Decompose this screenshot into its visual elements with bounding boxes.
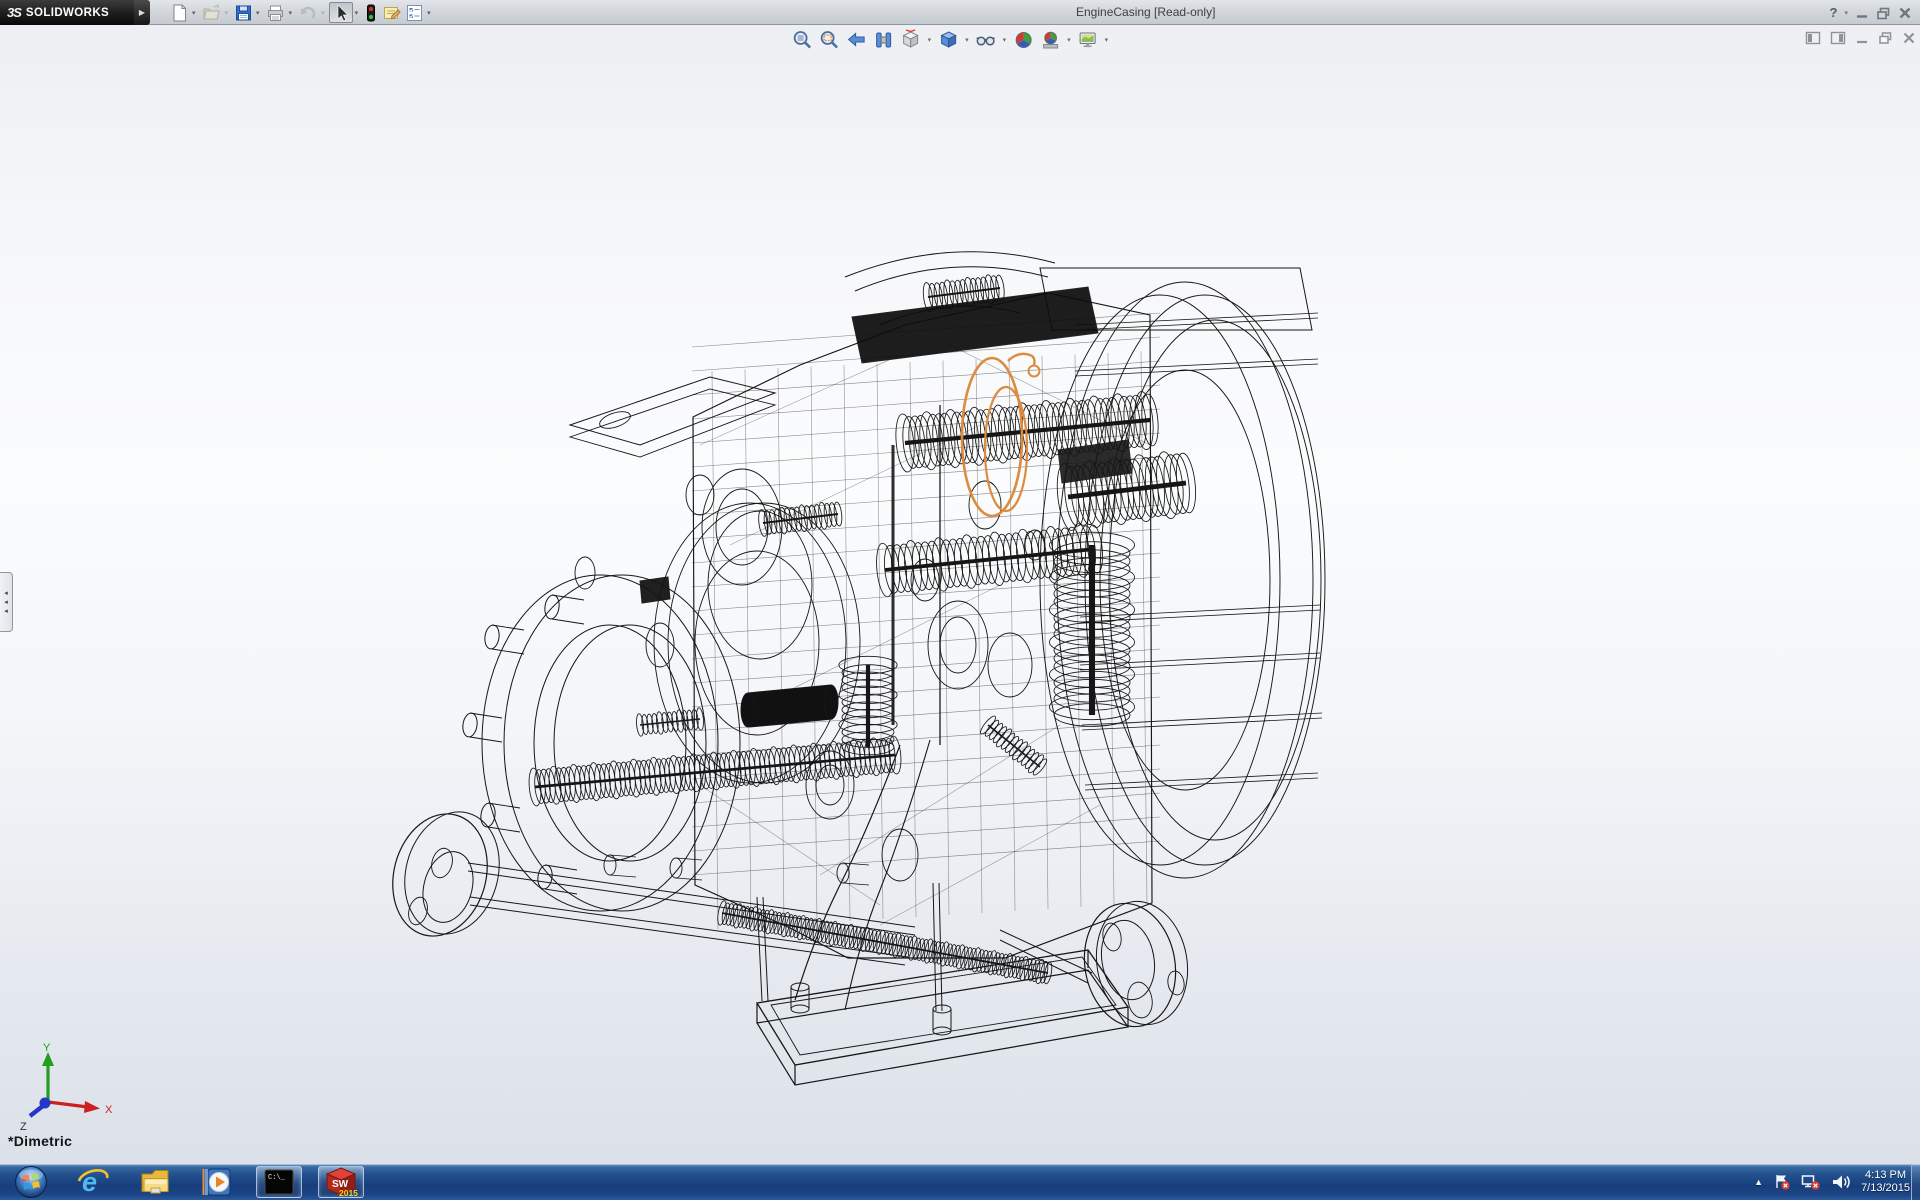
restore-document-icon[interactable]: [1878, 31, 1893, 45]
hide-show-items-caret[interactable]: ▾: [1001, 36, 1009, 44]
heads-up-view-toolbar: ▾ ▾ ▾ ▾ ▾: [791, 28, 1111, 52]
windows-taskbar: e C:\_: [0, 1164, 1920, 1200]
section-view-icon[interactable]: [872, 28, 896, 52]
print-icon[interactable]: [264, 2, 287, 23]
media-player-icon: [201, 1166, 233, 1198]
solidworks-2015-icon: SW 2015: [324, 1166, 358, 1198]
command-prompt-icon: C:\_: [264, 1169, 294, 1195]
taskbar-media-player[interactable]: [194, 1166, 240, 1198]
apply-scene-icon[interactable]: [1038, 28, 1062, 52]
undo-caret: ▾: [319, 9, 329, 17]
new-document-caret[interactable]: ▾: [190, 9, 200, 17]
restore-window-icon[interactable]: [1876, 6, 1891, 20]
clock-time: 4:13 PM: [1861, 1169, 1910, 1182]
select-cursor-caret[interactable]: ▾: [353, 9, 363, 17]
close-document-icon[interactable]: [1902, 31, 1916, 45]
open-document-icon[interactable]: [200, 2, 223, 23]
app-name: SOLIDWORKS: [26, 7, 109, 19]
collapse-right-pane-icon[interactable]: [1830, 31, 1846, 45]
folder-icon: [139, 1166, 171, 1198]
zoom-to-fit-icon[interactable]: [791, 28, 815, 52]
collapse-left-pane-icon[interactable]: [1805, 31, 1821, 45]
document-window-controls: [1805, 31, 1916, 45]
taskbar-windows-explorer[interactable]: [132, 1166, 178, 1198]
view-settings-icon[interactable]: [1076, 28, 1100, 52]
save-caret[interactable]: ▾: [254, 9, 264, 17]
window-title: EngineCasing [Read-only]: [1076, 0, 1215, 25]
taskbar-solidworks-2015[interactable]: SW 2015: [318, 1166, 364, 1198]
network-disconnected-icon[interactable]: [1801, 1173, 1821, 1191]
previous-view-icon[interactable]: [845, 28, 869, 52]
select-cursor-icon[interactable]: [329, 2, 353, 23]
options-checklist-icon[interactable]: [403, 2, 425, 23]
model-wireframe-enginecasing[interactable]: [0, 25, 1920, 1164]
collapse-arrow-icon: ◂: [4, 609, 8, 614]
taskbar-clock[interactable]: 4:13 PM 7/13/2015: [1861, 1169, 1910, 1195]
minimize-document-icon[interactable]: [1855, 31, 1869, 45]
rebuild-traffic-light-icon[interactable]: [362, 2, 380, 23]
hide-show-items-icon[interactable]: [974, 28, 998, 52]
triad-z-label: Z: [20, 1121, 27, 1133]
title-controls: ? ▾: [1830, 0, 1912, 25]
close-window-icon[interactable]: [1898, 6, 1912, 20]
zoom-to-area-icon[interactable]: [818, 28, 842, 52]
collapse-arrow-icon: ◂: [4, 600, 8, 605]
internet-explorer-icon: e: [77, 1166, 109, 1198]
view-orientation-icon[interactable]: [899, 28, 923, 52]
display-style-caret[interactable]: ▾: [963, 36, 971, 44]
open-document-caret: ▾: [223, 9, 233, 17]
titlebar: 3S SOLIDWORKS ▶ ▾ ▾ ▾ ▾ ▾ ▾ ▾ Engin: [0, 0, 1920, 25]
taskbar-command-prompt[interactable]: C:\_: [256, 1166, 302, 1198]
help-icon[interactable]: ?: [1830, 5, 1838, 20]
cmd-prompt-text: C:\_: [268, 1174, 286, 1182]
solidworks-logo: 3S SOLIDWORKS: [0, 0, 134, 25]
system-tray: ▲ 4:13 PM 7/13/2015: [1754, 1164, 1910, 1200]
edit-appearance-icon[interactable]: [1011, 28, 1035, 52]
undo-icon: [296, 2, 319, 23]
print-caret[interactable]: ▾: [287, 9, 297, 17]
triad-y-label: Y: [43, 1042, 51, 1054]
view-orientation-caret[interactable]: ▾: [926, 36, 934, 44]
show-hidden-icons-icon[interactable]: ▲: [1754, 1177, 1763, 1187]
triad-x-label: X: [105, 1104, 113, 1116]
help-caret[interactable]: ▾: [1844, 9, 1848, 17]
taskbar-internet-explorer[interactable]: e: [70, 1166, 116, 1198]
view-settings-caret[interactable]: ▾: [1103, 36, 1111, 44]
featuremanager-flyout-tab[interactable]: ◂ ◂ ◂: [0, 572, 13, 632]
graphics-area[interactable]: ▾ ▾ ▾ ▾ ▾ ◂ ◂ ◂ Y X: [0, 25, 1920, 1164]
save-icon[interactable]: [232, 2, 254, 23]
display-style-icon[interactable]: [936, 28, 960, 52]
start-button[interactable]: [8, 1166, 54, 1198]
windows-start-orb-icon: [14, 1165, 48, 1199]
file-properties-icon[interactable]: [380, 2, 403, 23]
show-desktop-button[interactable]: [1911, 1164, 1920, 1200]
collapse-arrow-icon: ◂: [4, 591, 8, 596]
ds-logo-icon: 3S: [7, 5, 21, 20]
menu-expand-arrow[interactable]: ▶: [134, 0, 150, 25]
clock-date: 7/13/2015: [1861, 1182, 1910, 1195]
main-toolbar: ▾ ▾ ▾ ▾ ▾ ▾ ▾: [168, 0, 435, 25]
minimize-window-icon[interactable]: [1855, 6, 1869, 20]
volume-icon[interactable]: [1831, 1173, 1851, 1191]
reference-triad: Y X Z: [12, 1040, 122, 1135]
options-caret[interactable]: ▾: [425, 9, 435, 17]
sw-year: 2015: [339, 1188, 358, 1198]
action-center-flag-icon[interactable]: [1773, 1173, 1791, 1191]
apply-scene-caret[interactable]: ▾: [1065, 36, 1073, 44]
view-orientation-label: *Dimetric: [8, 1133, 72, 1149]
new-document-icon[interactable]: [168, 2, 190, 23]
